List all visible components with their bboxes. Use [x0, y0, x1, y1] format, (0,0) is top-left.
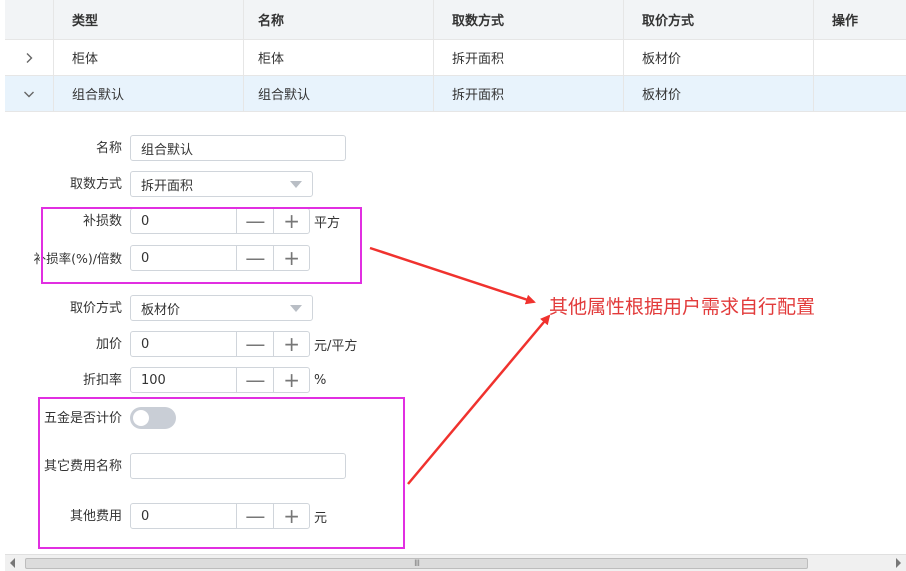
scroll-left-icon[interactable] [10, 558, 15, 568]
scroll-right-icon[interactable] [896, 558, 901, 568]
scroll-thumb[interactable]: III [25, 558, 808, 569]
arrow-top [369, 246, 536, 305]
annotation-note: 其他属性根据用户需求自行配置 [549, 296, 816, 318]
scroll-grip: III [414, 558, 420, 569]
arrow-bottom [407, 314, 551, 485]
horizontal-scrollbar[interactable]: III [5, 554, 906, 571]
annotation-arrows [369, 246, 551, 485]
